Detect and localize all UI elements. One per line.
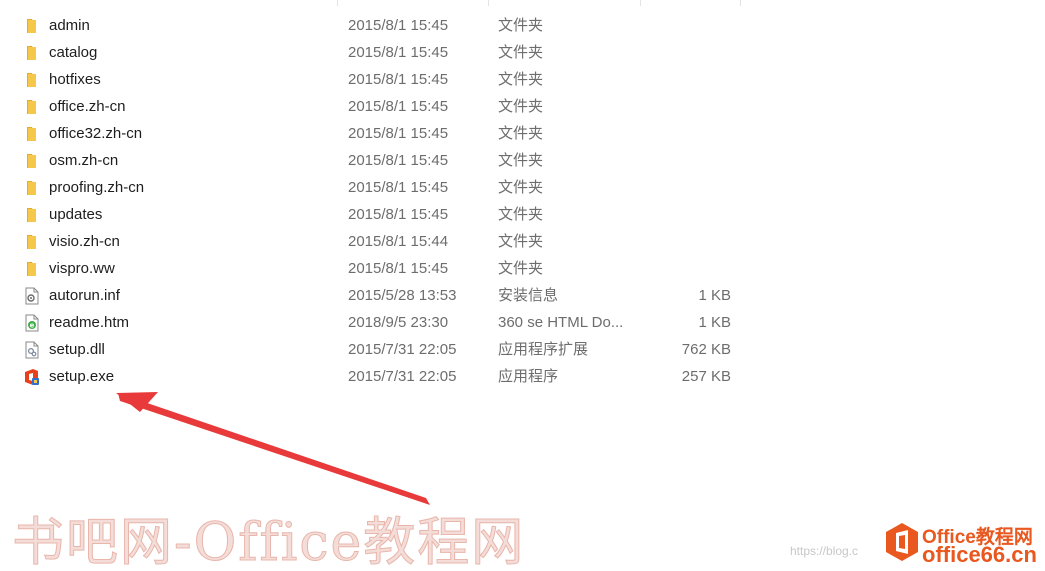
file-name[interactable]: office.zh-cn	[49, 93, 125, 120]
file-row[interactable]: vispro.ww 2015/8/1 15:45 文件夹	[0, 255, 1045, 282]
file-name[interactable]: proofing.zh-cn	[49, 174, 144, 201]
file-date-modified: 2015/5/28 13:53	[348, 287, 457, 304]
column-separator	[488, 0, 489, 6]
file-row[interactable]: proofing.zh-cn 2015/8/1 15:45 文件夹	[0, 174, 1045, 201]
file-name[interactable]: setup.exe	[49, 363, 114, 390]
column-separator	[337, 0, 338, 6]
blog-url-watermark: https://blog.c	[790, 544, 859, 558]
file-row[interactable]: e readme.htm 2018/9/5 23:30 360 se HTML Do.…	[0, 309, 1045, 336]
file-name[interactable]: hotfixes	[49, 66, 101, 93]
file-row[interactable]: updates 2015/8/1 15:45 文件夹	[0, 201, 1045, 228]
file-type: 文件夹	[498, 71, 544, 88]
file-type: 应用程序	[498, 368, 559, 385]
folder-icon	[23, 125, 41, 143]
folder-icon	[23, 98, 41, 116]
file-date-modified: 2015/8/1 15:45	[348, 260, 449, 277]
file-row[interactable]: office.zh-cn 2015/8/1 15:45 文件夹	[0, 93, 1045, 120]
folder-icon	[23, 233, 41, 251]
file-row[interactable]: visio.zh-cn 2015/8/1 15:44 文件夹	[0, 228, 1045, 255]
folder-icon	[23, 179, 41, 197]
file-name[interactable]: setup.dll	[49, 336, 105, 363]
office-logo-icon	[886, 523, 918, 561]
file-size: 762 KB	[681, 341, 731, 358]
file-date-modified: 2015/8/1 15:45	[348, 206, 449, 223]
file-size: 1 KB	[698, 287, 731, 304]
brand-domain: office66.cn	[922, 542, 1037, 567]
file-name[interactable]: autorun.inf	[49, 282, 120, 309]
file-date-modified: 2015/8/1 15:45	[348, 44, 449, 61]
file-date-modified: 2015/7/31 22:05	[348, 341, 457, 358]
folder-icon	[23, 17, 41, 35]
file-date-modified: 2015/7/31 22:05	[348, 368, 457, 385]
folder-icon	[23, 71, 41, 89]
file-type: 安装信息	[498, 287, 559, 304]
file-name[interactable]: office32.zh-cn	[49, 120, 142, 147]
file-type: 文件夹	[498, 17, 544, 34]
file-size: 1 KB	[698, 314, 731, 331]
setup-info-file-icon	[23, 287, 41, 305]
file-type: 应用程序扩展	[498, 341, 589, 358]
arrow-shaft	[118, 393, 430, 505]
file-type: 文件夹	[498, 179, 544, 196]
file-date-modified: 2015/8/1 15:45	[348, 152, 449, 169]
file-row[interactable]: admin 2015/8/1 15:45 文件夹	[0, 12, 1045, 39]
brand-logo-block: Office教程网 office66.cn	[884, 520, 1042, 568]
office-setup-exe-icon	[23, 368, 41, 386]
file-type: 文件夹	[498, 125, 544, 142]
file-type: 文件夹	[498, 260, 544, 277]
svg-text:e: e	[30, 322, 35, 330]
folder-icon	[23, 44, 41, 62]
file-row[interactable]: hotfixes 2015/8/1 15:45 文件夹	[0, 66, 1045, 93]
file-row[interactable]: osm.zh-cn 2015/8/1 15:45 文件夹	[0, 147, 1045, 174]
dll-file-icon	[23, 341, 41, 359]
file-list: admin 2015/8/1 15:45 文件夹 catalog 2015/8/1 15…	[0, 12, 1045, 390]
file-date-modified: 2015/8/1 15:45	[348, 179, 449, 196]
arrow-head	[116, 392, 158, 412]
file-name[interactable]: catalog	[49, 39, 97, 66]
file-name[interactable]: admin	[49, 12, 90, 39]
html-file-icon: e	[23, 314, 41, 332]
file-name[interactable]: updates	[49, 201, 102, 228]
file-name[interactable]: vispro.ww	[49, 255, 115, 282]
file-name[interactable]: visio.zh-cn	[49, 228, 120, 255]
file-row[interactable]: autorun.inf 2015/5/28 13:53 安装信息 1 KB	[0, 282, 1045, 309]
file-type: 文件夹	[498, 206, 544, 223]
file-type: 文件夹	[498, 98, 544, 115]
file-date-modified: 2015/8/1 15:45	[348, 125, 449, 142]
file-date-modified: 2015/8/1 15:45	[348, 17, 449, 34]
folder-icon	[23, 152, 41, 170]
file-row[interactable]: catalog 2015/8/1 15:45 文件夹	[0, 39, 1045, 66]
file-date-modified: 2015/8/1 15:45	[348, 71, 449, 88]
watermark-text: 书吧网-Office教程网	[11, 513, 526, 571]
file-type: 文件夹	[498, 152, 544, 169]
folder-icon	[23, 206, 41, 224]
file-type: 360 se HTML Do...	[498, 314, 624, 331]
file-type: 文件夹	[498, 44, 544, 61]
column-separator	[740, 0, 741, 6]
file-date-modified: 2015/8/1 15:44	[348, 233, 449, 250]
folder-icon	[23, 260, 41, 278]
file-row[interactable]: setup.exe 2015/7/31 22:05 应用程序 257 KB	[0, 363, 1045, 390]
file-row[interactable]: setup.dll 2015/7/31 22:05 应用程序扩展 762 KB	[0, 336, 1045, 363]
file-type: 文件夹	[498, 233, 544, 250]
file-name[interactable]: readme.htm	[49, 309, 129, 336]
file-row[interactable]: office32.zh-cn 2015/8/1 15:45 文件夹	[0, 120, 1045, 147]
file-name[interactable]: osm.zh-cn	[49, 147, 118, 174]
file-size: 257 KB	[681, 368, 731, 385]
column-separator	[640, 0, 641, 6]
file-date-modified: 2018/9/5 23:30	[348, 314, 449, 331]
file-date-modified: 2015/8/1 15:45	[348, 98, 449, 115]
